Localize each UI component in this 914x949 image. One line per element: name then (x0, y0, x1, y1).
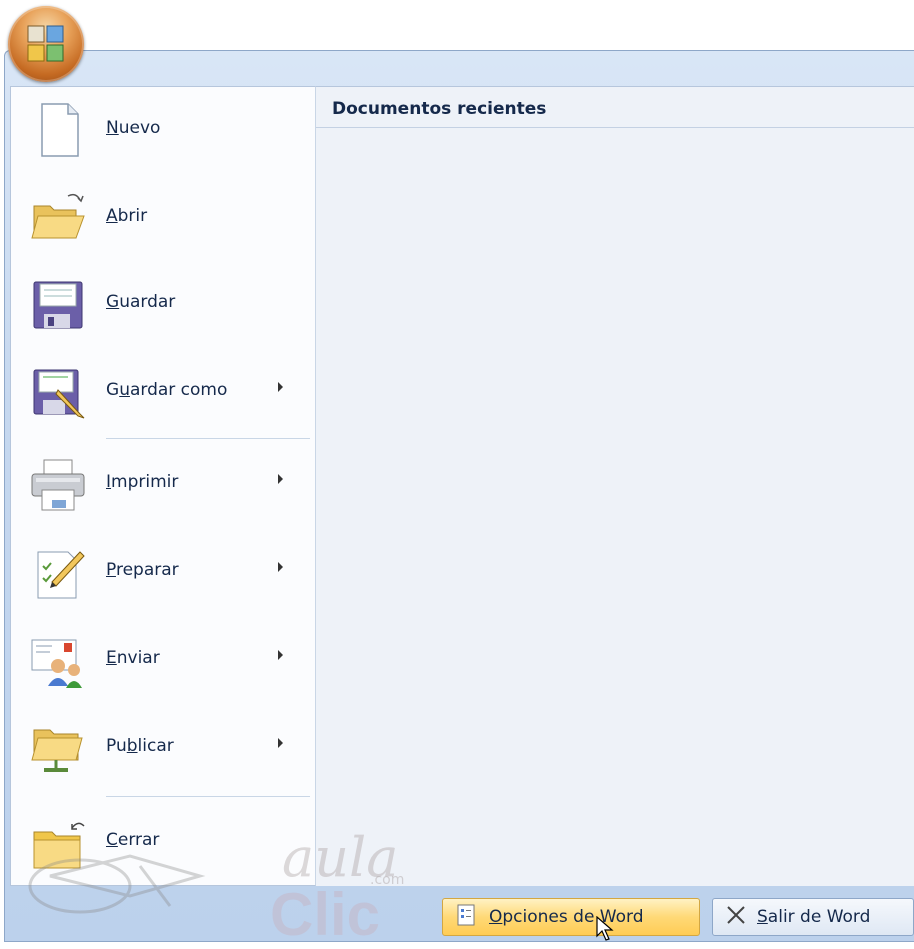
watermark-brand: Clic (270, 881, 381, 948)
menu-item-label: Nuevo (106, 118, 161, 138)
recent-documents-panel: Documentos recientes (316, 86, 914, 886)
save-as-icon (28, 362, 88, 422)
menu-item-label: Publicar (106, 736, 174, 756)
word-options-label: Opciones de Word (489, 907, 644, 927)
menu-item-save-as[interactable]: Guardar como (16, 352, 300, 434)
save-icon (28, 274, 88, 334)
options-icon (455, 903, 479, 932)
recent-title-divider (316, 127, 914, 128)
menu-item-prepare[interactable]: Preparar (16, 532, 300, 614)
menu-separator (106, 796, 310, 797)
office-button[interactable] (8, 6, 84, 82)
prepare-icon (28, 542, 88, 602)
menu-item-open[interactable]: Abrir (16, 178, 300, 260)
menu-item-label: Abrir (106, 206, 148, 226)
menu-item-send[interactable]: Enviar (16, 620, 300, 702)
new-document-icon (28, 100, 88, 160)
mouse-cursor-icon (596, 916, 614, 941)
aulaclic-logo (28, 854, 206, 914)
close-x-icon (725, 904, 747, 931)
word-options-button[interactable]: Opciones de Word (442, 898, 700, 936)
menu-item-print[interactable]: Imprimir (16, 444, 300, 526)
publish-icon (28, 718, 88, 778)
menu-item-label: Imprimir (106, 472, 179, 492)
exit-word-button[interactable]: Salir de Word (712, 898, 914, 936)
submenu-arrow-icon (278, 650, 283, 660)
open-folder-icon (28, 188, 88, 248)
office-button-icon (27, 25, 64, 62)
send-icon (28, 630, 88, 690)
recent-documents-title: Documentos recientes (332, 99, 547, 119)
submenu-arrow-icon (278, 738, 283, 748)
menu-item-publish[interactable]: Publicar (16, 708, 300, 790)
menu-separator (106, 438, 310, 439)
menu-item-label: Guardar como (106, 380, 228, 400)
menu-item-label: Preparar (106, 560, 179, 580)
submenu-arrow-icon (278, 382, 283, 392)
submenu-arrow-icon (278, 562, 283, 572)
menu-item-label: Guardar (106, 292, 176, 312)
exit-word-label: Salir de Word (757, 907, 871, 927)
menu-item-new[interactable]: Nuevo (16, 90, 300, 172)
menu-item-label: Enviar (106, 648, 160, 668)
printer-icon (28, 454, 88, 514)
menu-item-save[interactable]: Guardar (16, 264, 300, 346)
submenu-arrow-icon (278, 474, 283, 484)
